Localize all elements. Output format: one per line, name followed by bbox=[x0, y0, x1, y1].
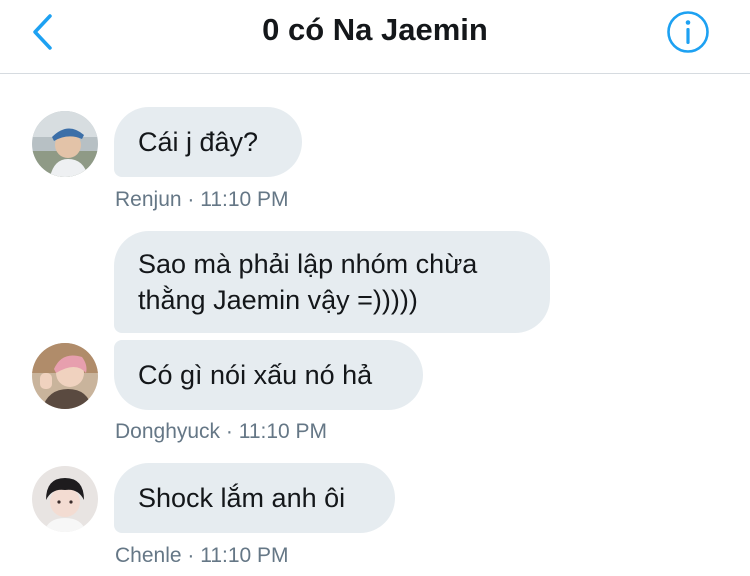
message-bubble[interactable]: Sao mà phải lập nhóm chừa thằng Jaemin v… bbox=[114, 231, 550, 333]
avatar-renjun[interactable] bbox=[32, 111, 98, 177]
message-bubble[interactable]: Cái j đây? bbox=[114, 107, 302, 177]
avatar-chenle[interactable] bbox=[32, 466, 98, 532]
conversation-header: 0 có Na Jaemin bbox=[0, 0, 750, 74]
info-button[interactable] bbox=[665, 9, 711, 55]
message-meta: Donghyuck · 11:10 PM bbox=[115, 420, 328, 443]
message-bubble[interactable]: Shock lắm anh ôi bbox=[114, 463, 395, 533]
avatar-donghyuck[interactable] bbox=[32, 343, 98, 409]
conversation-title: 0 có Na Jaemin bbox=[262, 12, 488, 47]
info-icon bbox=[667, 11, 709, 53]
message-bubble[interactable]: Có gì nói xấu nó hả bbox=[114, 340, 423, 410]
message-meta: Chenle · 11:10 PM bbox=[115, 544, 289, 567]
message-meta: Renjun · 11:10 PM bbox=[115, 188, 289, 211]
